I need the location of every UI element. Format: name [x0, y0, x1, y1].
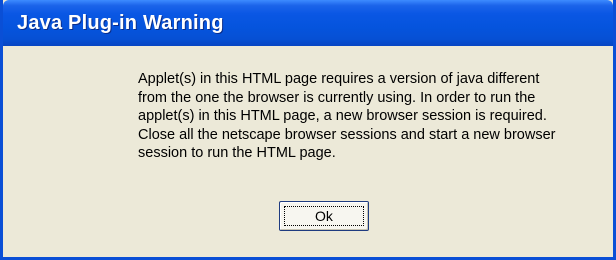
message-line: Applet(s) in this HTML page requires a v…	[138, 71, 540, 87]
message-line: from the one the browser is currently us…	[138, 89, 536, 106]
ok-button[interactable]: Ok	[279, 201, 369, 231]
title-bar[interactable]: Java Plug-in Warning	[3, 0, 613, 46]
message-line: applet(s) in this HTML page, a new brows…	[138, 108, 547, 124]
message-line: Close all the netscape browser sessions …	[138, 126, 556, 143]
warning-message: Applet(s) in this HTML page requires a v…	[138, 70, 608, 163]
ok-button-label: Ok	[315, 208, 333, 224]
dialog-title: Java Plug-in Warning	[17, 12, 224, 34]
message-line: session to run the HTML page.	[138, 145, 336, 161]
java-plugin-warning-dialog: Java Plug-in Warning Applet(s) in this H…	[0, 0, 616, 260]
